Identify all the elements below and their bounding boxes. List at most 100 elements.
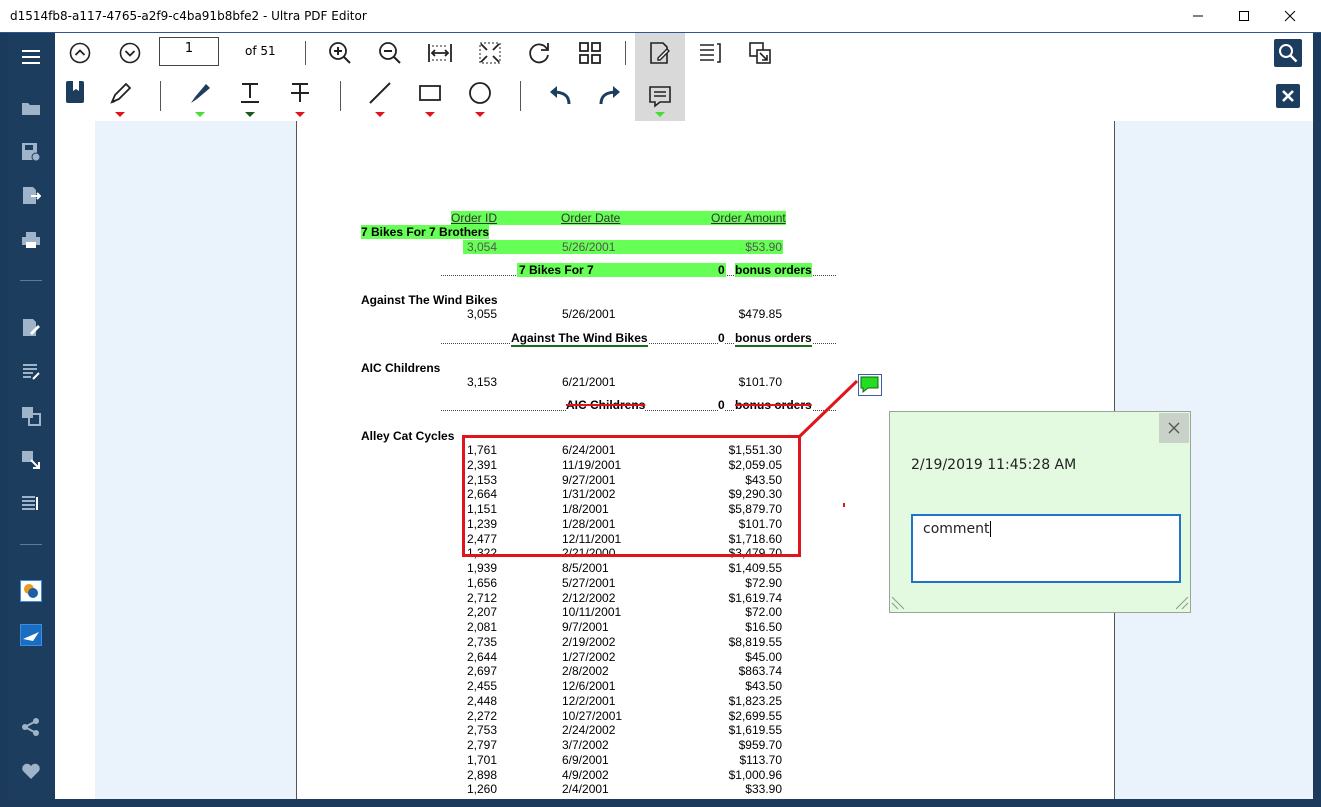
page-layout-icon <box>700 43 721 63</box>
summary-count: 0 <box>718 263 725 277</box>
redo-button[interactable] <box>596 81 624 109</box>
comment-text-input[interactable]: comment <box>911 514 1181 583</box>
highlighter-icon <box>191 84 210 103</box>
app-promo-2-button[interactable] <box>18 622 44 648</box>
maximize-button[interactable] <box>1221 0 1267 32</box>
order-date: 1/27/2002 <box>562 650 616 664</box>
zoom-in-button[interactable] <box>326 39 354 67</box>
page-layout-button[interactable] <box>696 39 724 67</box>
compress-button[interactable] <box>18 403 44 429</box>
edit-document-button[interactable] <box>18 315 44 341</box>
menu-button[interactable] <box>18 44 44 70</box>
annotate-mode-button[interactable] <box>635 33 685 73</box>
sidebar-divider <box>20 544 42 545</box>
summary-label: bonus orders <box>735 331 812 347</box>
close-popup-button[interactable] <box>1159 413 1189 443</box>
order-id: 1,701 <box>467 753 498 767</box>
summary-label: bonus orders <box>735 263 812 277</box>
pen-color-indicator[interactable] <box>115 112 125 117</box>
order-amount: $1,823.25 <box>728 694 782 708</box>
resize-handle-left-icon[interactable] <box>891 595 907 611</box>
rectangle-tool-button[interactable] <box>416 79 444 107</box>
next-page-button[interactable] <box>117 40 143 66</box>
page-number-input[interactable]: 1 <box>159 37 219 66</box>
summary-count: 0 <box>718 398 725 412</box>
line-icon <box>369 82 391 104</box>
order-amount: $72.00 <box>745 605 782 619</box>
navigation-toolbar: 1 of 51 <box>55 33 1313 73</box>
folder-icon <box>22 103 40 115</box>
heart-icon <box>22 763 40 779</box>
order-amount: $33.90 <box>745 782 782 796</box>
order-amount: $113.70 <box>739 753 783 767</box>
order-date: 2/19/2002 <box>562 635 616 649</box>
minimize-button[interactable] <box>1175 0 1221 32</box>
search-button[interactable] <box>1274 39 1302 67</box>
order-id: 2,455 <box>467 679 498 693</box>
open-file-button[interactable] <box>18 95 44 121</box>
fit-page-button[interactable] <box>476 39 504 67</box>
circle-icon <box>469 82 491 104</box>
order-id: 2,697 <box>467 664 498 678</box>
line-color-indicator[interactable] <box>375 112 385 117</box>
order-id-header: Order ID <box>451 211 498 225</box>
order-date: 4/9/2002 <box>562 768 609 782</box>
resize-handle-right-icon[interactable] <box>1173 595 1189 611</box>
order-amount-header: Order Amount <box>711 211 786 225</box>
order-amount: $1,409.55 <box>728 561 782 575</box>
organize-pages-button[interactable] <box>18 491 44 517</box>
app-promo-1-button[interactable] <box>18 578 44 604</box>
thumbnails-button[interactable] <box>576 39 604 67</box>
bookmarks-button[interactable] <box>63 79 87 105</box>
zoom-out-button[interactable] <box>376 39 404 67</box>
ellipse-tool-button[interactable] <box>466 79 494 107</box>
fit-page-icon <box>479 42 501 64</box>
group-name: 7 Bikes For 7 Brothers <box>361 225 490 239</box>
highlighter-color-indicator[interactable] <box>195 112 205 117</box>
chevron-down-circle-icon <box>119 42 141 64</box>
underline-color-indicator[interactable] <box>245 112 255 117</box>
strikethrough-tool-button[interactable] <box>286 79 314 107</box>
rectangle-annotation[interactable] <box>462 435 801 557</box>
print-button[interactable] <box>18 227 44 253</box>
save-as-button[interactable] <box>18 139 44 165</box>
pen-icon <box>110 82 132 104</box>
maximize-icon <box>1239 11 1249 21</box>
comment-icon <box>649 86 671 108</box>
underline-tool-button[interactable] <box>236 79 264 107</box>
close-icon <box>1282 90 1294 102</box>
order-id: 3,055 <box>467 307 498 321</box>
rectangle-color-indicator[interactable] <box>425 112 435 117</box>
resize-button[interactable] <box>18 447 44 473</box>
order-amount: $45.00 <box>745 650 782 664</box>
order-date: 10/27/2001 <box>562 709 623 723</box>
toolbar-divider <box>520 81 521 111</box>
order-id: 2,644 <box>467 650 498 664</box>
highlighter-tool-button[interactable] <box>187 79 215 107</box>
line-tool-button[interactable] <box>366 79 394 107</box>
comment-popup[interactable]: 2/19/2019 11:45:28 AM comment <box>889 411 1191 613</box>
close-toolbar-button[interactable] <box>1276 84 1300 108</box>
export-button[interactable] <box>18 183 44 209</box>
hamburger-icon <box>22 50 40 64</box>
toolbar-divider <box>160 81 161 111</box>
order-amount: $8,819.55 <box>728 635 782 649</box>
previous-page-button[interactable] <box>67 40 93 66</box>
summary-name: AIC Childrens <box>566 398 646 412</box>
form-button[interactable] <box>18 359 44 385</box>
rotate-button[interactable] <box>526 39 554 67</box>
fit-width-button[interactable] <box>426 39 454 67</box>
order-id: 1,260 <box>467 782 498 796</box>
ellipse-color-indicator[interactable] <box>475 112 485 117</box>
undo-button[interactable] <box>546 81 574 109</box>
favorite-button[interactable] <box>18 758 44 784</box>
comment-color-indicator[interactable] <box>655 112 665 117</box>
strikethrough-color-indicator[interactable] <box>295 112 305 117</box>
pen-tool-button[interactable] <box>107 79 135 107</box>
close-window-button[interactable] <box>1267 0 1313 32</box>
annotation-connector <box>798 379 859 438</box>
group-name: AIC Childrens <box>361 361 441 375</box>
extract-pages-button[interactable] <box>746 39 774 67</box>
share-button[interactable] <box>18 714 44 740</box>
rotate-icon <box>529 43 549 64</box>
